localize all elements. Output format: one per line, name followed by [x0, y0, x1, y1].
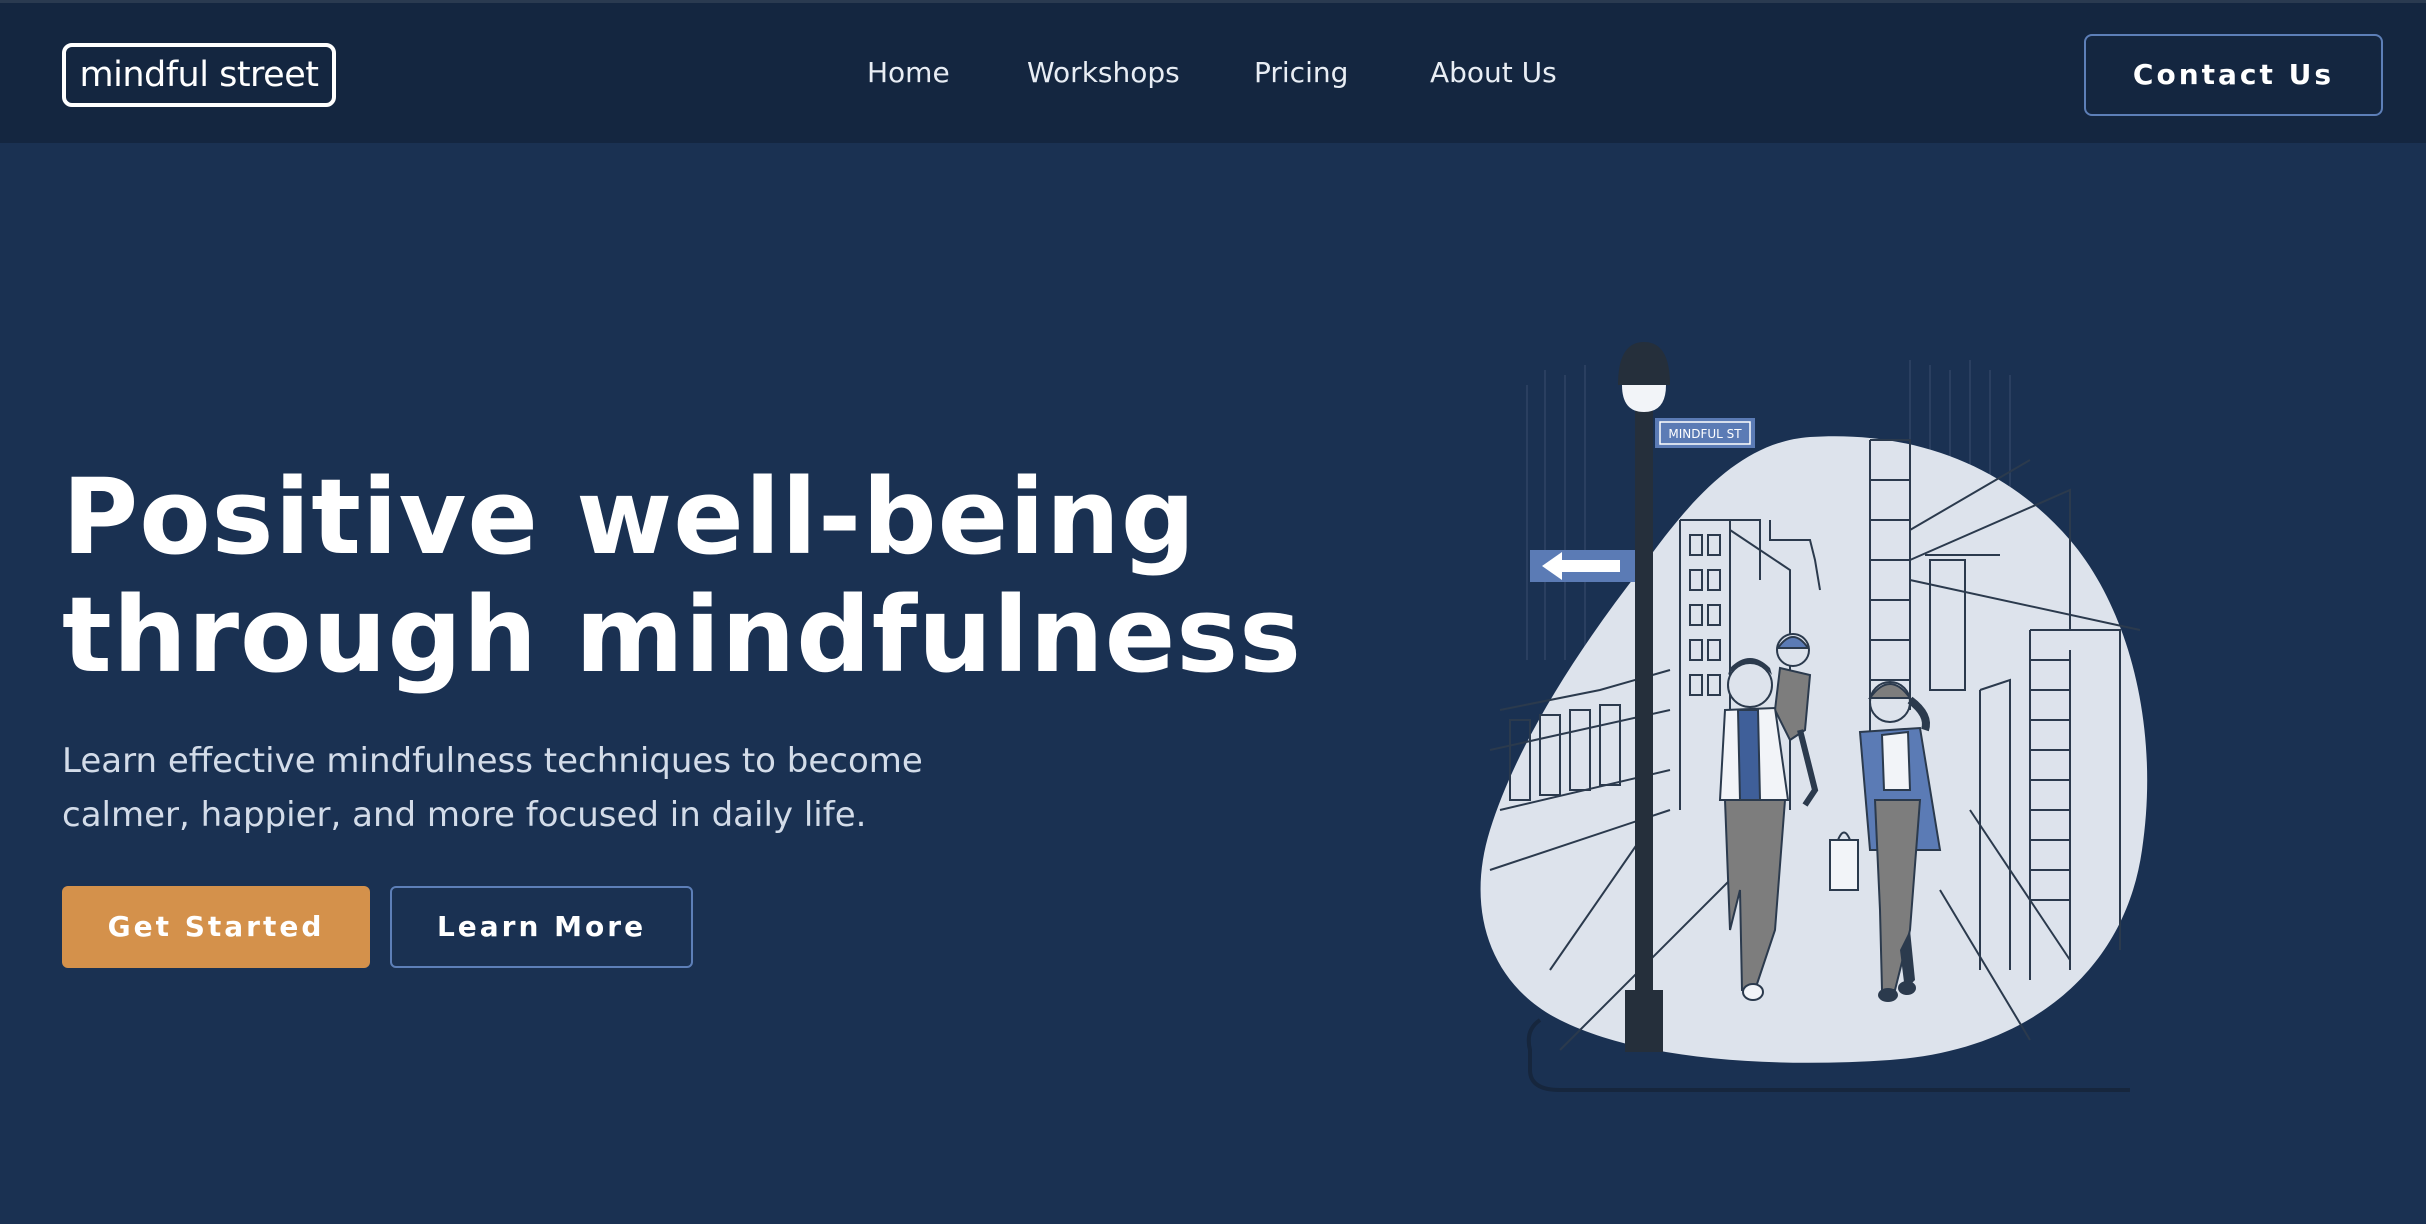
nav-about-us[interactable]: About Us — [1430, 53, 1557, 93]
street-illustration: MINDFUL ST — [1480, 342, 2148, 1092]
get-started-button[interactable]: Get Started — [62, 886, 370, 968]
hero-subtitle-line: Learn effective mindfulness techniques t… — [62, 741, 923, 781]
nav-pricing[interactable]: Pricing — [1254, 53, 1348, 93]
page: mindful street Home Workshops Pricing Ab… — [0, 0, 2426, 1224]
hero-title-line: through mindfulness — [62, 574, 1303, 696]
site-header: mindful street Home Workshops Pricing Ab… — [0, 0, 2426, 143]
learn-more-button[interactable]: Learn More — [390, 886, 693, 968]
street-name-sign: MINDFUL ST — [1655, 418, 1755, 448]
arrow-sign — [1530, 550, 1635, 582]
street-sign-text: MINDFUL ST — [1668, 427, 1742, 441]
contact-us-button[interactable]: Contact Us — [2084, 34, 2383, 116]
hero-title-line: Positive well-being — [62, 456, 1197, 578]
shopping-bag — [1829, 839, 1859, 891]
main-nav: Home Workshops Pricing About Us — [0, 3, 2426, 146]
man-head — [1727, 662, 1773, 708]
nav-home[interactable]: Home — [867, 53, 950, 93]
hero-title: Positive well-being through mindfulness — [62, 456, 1303, 696]
nav-workshops[interactable]: Workshops — [1027, 53, 1180, 93]
hero-subtitle-line: calmer, happier, and more focused in dai… — [62, 795, 867, 835]
hero-subtitle: Learn effective mindfulness techniques t… — [62, 734, 962, 842]
